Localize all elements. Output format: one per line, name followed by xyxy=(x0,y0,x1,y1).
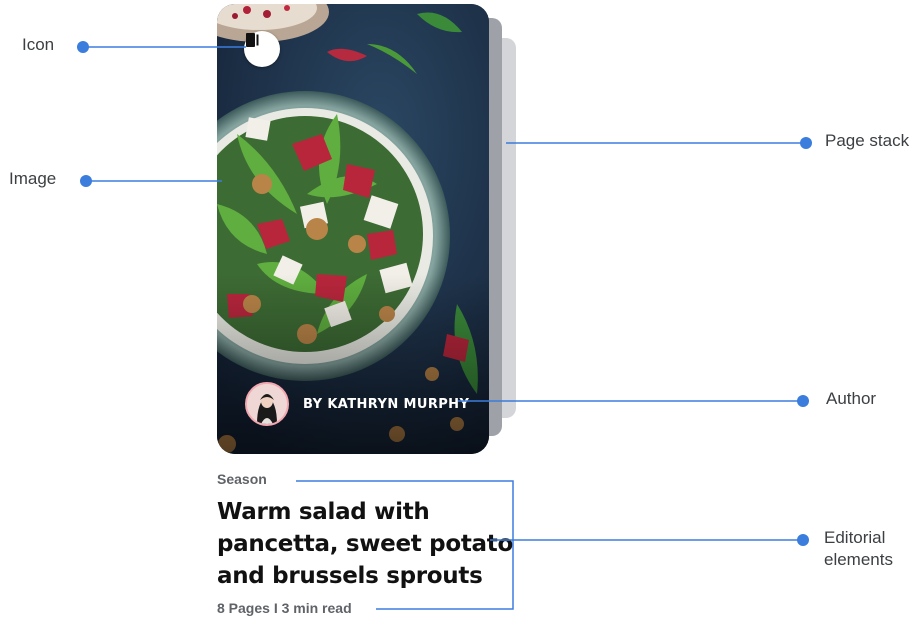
image-callout-label: Image xyxy=(9,169,57,188)
callout-lines xyxy=(77,41,812,610)
icon-callout-label: Icon xyxy=(22,35,55,54)
author-callout-label: Author xyxy=(826,389,877,408)
page-stack-callout-dot xyxy=(800,137,812,149)
editorial-callout-dot xyxy=(797,534,809,546)
icon-callout-dot xyxy=(77,41,89,53)
editorial-callout-line-1: Editorial xyxy=(824,528,886,547)
page-stack-callout-label: Page stack xyxy=(825,131,910,150)
author-callout-dot xyxy=(797,395,809,407)
editorial-callout-line-2: elements xyxy=(824,550,893,569)
editorial-callout-label: Editorial elements xyxy=(824,527,893,571)
editorial-bracket-line xyxy=(296,480,514,610)
image-callout-dot xyxy=(80,175,92,187)
